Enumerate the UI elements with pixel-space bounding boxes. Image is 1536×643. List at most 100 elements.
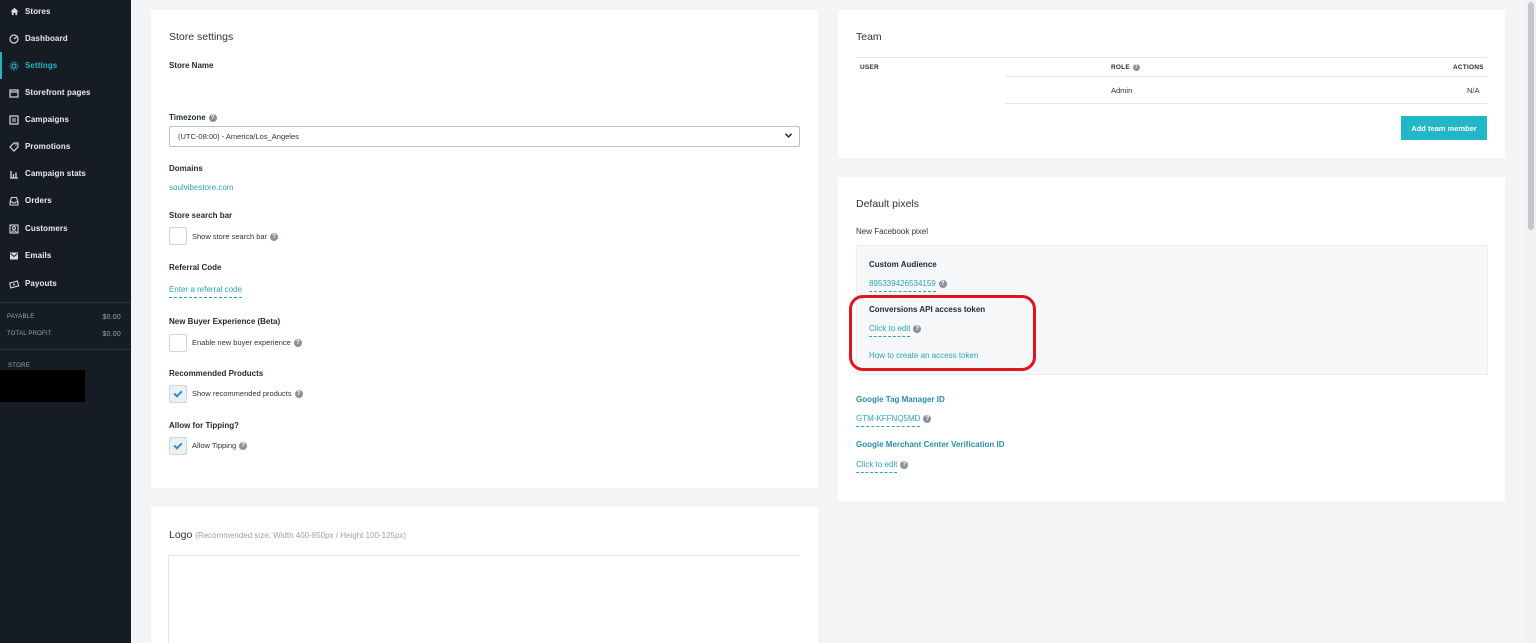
sidebar-item-campaign-stats[interactable]: Campaign stats bbox=[0, 160, 131, 187]
sidebar-item-label: Stores bbox=[25, 7, 51, 16]
scrollbar-thumb[interactable] bbox=[1528, 2, 1534, 230]
total-profit-value: $0.00 bbox=[102, 331, 121, 338]
custom-audience-label: Custom Audience bbox=[869, 260, 937, 269]
store-settings-title: Store settings bbox=[169, 31, 234, 43]
money-icon bbox=[8, 278, 20, 290]
sidebar-item-orders[interactable]: Orders bbox=[0, 187, 131, 214]
gauge-icon bbox=[8, 33, 20, 45]
sidebar-item-campaigns[interactable]: Campaigns bbox=[0, 106, 131, 133]
sidebar-item-storefront-pages[interactable]: Storefront pages bbox=[0, 79, 131, 106]
new-buyer-experience-option: Enable new buyer experience? bbox=[192, 338, 302, 348]
sidebar-item-label: Settings bbox=[25, 61, 58, 70]
column-header-actions: ACTIONS bbox=[1453, 64, 1484, 71]
sidebar-item-label: Campaign stats bbox=[25, 169, 86, 178]
sidebar-item-stores[interactable]: Stores bbox=[0, 0, 131, 25]
help-icon[interactable]: ? bbox=[239, 442, 248, 451]
chevron-down-icon bbox=[784, 131, 793, 142]
store-search-bar-option: Show store search bar? bbox=[192, 232, 279, 242]
users-icon bbox=[8, 223, 20, 235]
sidebar-item-emails[interactable]: Emails bbox=[0, 242, 131, 269]
google-merchant-center-row: Click to edit? bbox=[856, 460, 909, 473]
home-icon bbox=[8, 6, 20, 18]
sidebar-divider bbox=[0, 302, 131, 303]
store-search-bar-text: Show store search bar bbox=[192, 232, 268, 241]
google-tag-manager-label: Google Tag Manager ID bbox=[856, 395, 945, 404]
sidebar-item-label: Payouts bbox=[25, 279, 57, 288]
store-selector[interactable] bbox=[0, 370, 85, 402]
logo-title: Logo (Recommended size: Width 400-850px … bbox=[169, 529, 406, 541]
sidebar-item-label: Orders bbox=[25, 196, 52, 205]
add-team-member-button[interactable]: Add team member bbox=[1401, 116, 1487, 140]
google-tag-manager-value[interactable]: GTM-KFFNQ5MD bbox=[856, 414, 921, 427]
allow-tipping-option: Allow Tipping? bbox=[192, 441, 248, 451]
custom-audience-row: 895339426534159? bbox=[869, 279, 947, 292]
timezone-label: Timezone? bbox=[169, 113, 217, 122]
help-icon[interactable]: ? bbox=[1132, 64, 1140, 71]
sidebar-item-label: Storefront pages bbox=[25, 88, 91, 97]
google-merchant-center-label: Google Merchant Center Verification ID bbox=[856, 440, 1005, 449]
help-icon[interactable]: ? bbox=[294, 390, 303, 399]
sidebar-item-promotions[interactable]: Promotions bbox=[0, 133, 131, 160]
column-header-user: USER bbox=[860, 64, 879, 71]
logo-size-hint: (Recommended size: Width 400-850px / Hei… bbox=[195, 531, 407, 540]
allow-tipping-text: Allow Tipping bbox=[192, 441, 237, 450]
sidebar-item-payouts[interactable]: Payouts bbox=[0, 270, 131, 297]
allow-tipping-checkbox[interactable] bbox=[169, 437, 187, 455]
sidebar-item-label: Emails bbox=[25, 251, 52, 260]
gear-icon bbox=[8, 60, 20, 72]
sidebar: Stores Dashboard Settings Storefront pag… bbox=[0, 0, 131, 643]
envelope-icon bbox=[8, 250, 20, 262]
recommended-products-checkbox[interactable] bbox=[169, 385, 187, 403]
team-row-role: Admin bbox=[1111, 86, 1133, 95]
sidebar-item-label: Campaigns bbox=[25, 115, 70, 124]
google-merchant-center-edit-link[interactable]: Click to edit bbox=[856, 460, 898, 473]
domains-label: Domains bbox=[169, 164, 203, 173]
referral-code-label: Referral Code bbox=[169, 263, 222, 272]
timezone-label-text: Timezone bbox=[169, 113, 206, 122]
store-search-bar-checkbox[interactable] bbox=[169, 227, 187, 245]
column-header-role: ROLE? bbox=[1111, 64, 1140, 71]
logo-upload-area[interactable] bbox=[168, 555, 800, 643]
help-icon[interactable]: ? bbox=[923, 414, 932, 423]
logo-title-text: Logo bbox=[169, 529, 193, 541]
bar-chart-icon bbox=[8, 168, 20, 180]
sidebar-item-settings[interactable]: Settings bbox=[0, 52, 131, 79]
team-row-actions: N/A bbox=[1467, 86, 1480, 95]
table-divider bbox=[1005, 76, 1487, 77]
new-buyer-experience-checkbox[interactable] bbox=[169, 334, 187, 352]
help-icon[interactable]: ? bbox=[900, 460, 909, 469]
sidebar-divider bbox=[0, 349, 131, 350]
total-profit-row: TOTAL PROFIT $0.00 bbox=[7, 331, 121, 338]
help-icon[interactable]: ? bbox=[208, 113, 217, 122]
timezone-select[interactable]: (UTC-08:00) - America/Los_Angeles bbox=[169, 126, 800, 147]
google-tag-manager-row: GTM-KFFNQ5MD? bbox=[856, 414, 932, 427]
help-icon[interactable]: ? bbox=[293, 339, 302, 348]
inbox-icon bbox=[8, 195, 20, 207]
help-icon[interactable]: ? bbox=[938, 279, 947, 288]
column-header-role-text: ROLE bbox=[1111, 64, 1130, 72]
sidebar-item-customers[interactable]: Customers bbox=[0, 215, 131, 242]
custom-audience-value[interactable]: 895339426534159 bbox=[869, 279, 936, 292]
sidebar-item-dashboard[interactable]: Dashboard bbox=[0, 25, 131, 52]
payable-value: $0.00 bbox=[102, 314, 121, 321]
new-facebook-pixel-label: New Facebook pixel bbox=[856, 227, 929, 236]
highlight-annotation bbox=[849, 295, 1036, 371]
team-title: Team bbox=[856, 31, 882, 43]
allow-tipping-label: Allow for Tipping? bbox=[169, 421, 240, 430]
recommended-products-label: Recommended Products bbox=[169, 369, 264, 378]
table-divider bbox=[1005, 103, 1487, 104]
referral-code-link[interactable]: Enter a referral code bbox=[169, 285, 242, 298]
check-icon bbox=[173, 387, 183, 398]
sidebar-item-label: Promotions bbox=[25, 142, 71, 151]
store-label: STORE bbox=[8, 363, 31, 369]
storefront-icon bbox=[8, 87, 20, 99]
total-profit-label: TOTAL PROFIT bbox=[7, 331, 52, 337]
sidebar-item-label: Customers bbox=[25, 224, 68, 233]
payable-label: PAYABLE bbox=[7, 314, 35, 320]
domain-link[interactable]: soulvibestore.com bbox=[169, 183, 233, 192]
tag-icon bbox=[8, 141, 20, 153]
help-icon[interactable]: ? bbox=[270, 233, 279, 242]
new-buyer-experience-text: Enable new buyer experience bbox=[192, 338, 291, 347]
default-pixels-title: Default pixels bbox=[856, 198, 920, 210]
sidebar-item-label: Dashboard bbox=[25, 34, 68, 43]
